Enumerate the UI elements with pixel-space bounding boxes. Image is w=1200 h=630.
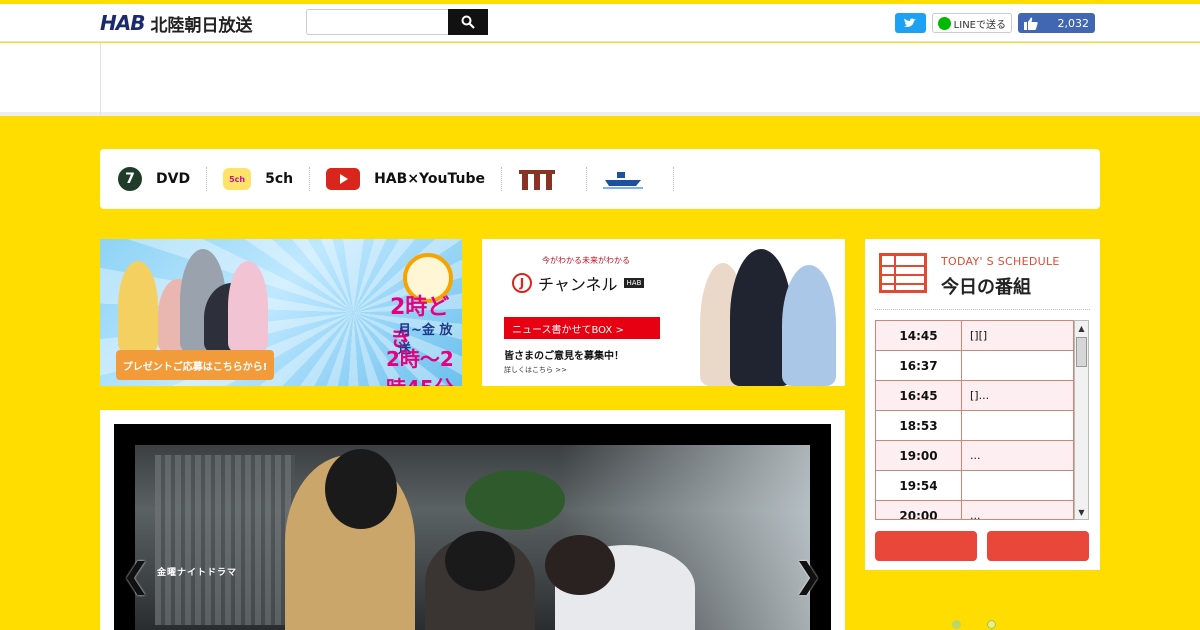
schedule-row[interactable]: 16:37 [876,351,1073,381]
banner-subtitle: 今がわかる未来がわかる [542,256,630,265]
anchor-photo [782,265,836,386]
slide-plant [465,470,565,530]
slide-background [155,455,295,625]
schedule-program [962,471,1073,500]
schedule-button-right[interactable] [987,531,1089,561]
banner-time: 2時～2時45分 [386,347,454,386]
today-schedule-panel: TODAY' S SCHEDULE 今日の番組 14:45 [][] 16:37… [865,239,1100,570]
nav-item-bridge[interactable] [518,167,587,191]
present-button[interactable]: プレゼントご応募はこちらから! [116,350,274,380]
nav-item-ship[interactable] [602,167,674,191]
schedule-time: 20:00 [876,501,962,519]
schedule-program: [][] [970,329,988,342]
nav-item-5ch[interactable]: 5ch 5ch [223,167,311,191]
facebook-like-button[interactable]: 2,032 [1018,13,1095,33]
search-button[interactable] [448,9,488,35]
schedule-row[interactable]: 19:00 ... [876,441,1073,471]
schedule-program: []... [970,389,990,402]
schedule-time: 14:45 [876,321,962,350]
schedule-program [962,411,1073,440]
schedule-row[interactable]: 16:45 []... [876,381,1073,411]
cast-photo [118,261,158,353]
actor-figure [325,449,397,529]
nav-item-dvd[interactable]: 7 DVD [118,167,208,191]
schedule-time: 18:53 [876,411,962,440]
schedule-program [962,351,1073,380]
schedule-time: 16:45 [876,381,962,410]
scroll-up-icon[interactable]: ▲ [1075,321,1088,335]
j-channel-text: チャンネル [538,275,618,294]
search-icon [461,15,475,29]
5ch-icon: 5ch [223,168,252,190]
schedule-row[interactable]: 19:54 [876,471,1073,501]
banner-j-channel[interactable]: 今がわかる未来がわかる J チャンネル HAB ニュース書かせてBOX > 皆さ… [482,239,845,386]
actor-figure [445,531,515,591]
site-logo[interactable]: HAB 北陸朝日放送 [100,9,252,37]
schedule-scrollbar[interactable]: ▲ ▼ [1074,320,1089,520]
search-form [306,9,488,35]
ship-icon [602,172,643,189]
banner-2jidoki[interactable]: プレゼントご応募はこちらから! 2時どき 月~金 放送 2時～2時45分 [100,239,462,386]
j-logo-icon: J [512,273,532,293]
slider-dot[interactable] [952,620,961,629]
scroll-thumb[interactable] [1076,337,1087,367]
quick-nav: 7 DVD 5ch 5ch HAB×YouTube [100,149,1100,209]
schedule-button-left[interactable] [875,531,977,561]
cast-photo [228,261,268,353]
ad-strip [0,43,1200,116]
slider-dots [952,620,996,629]
bridge-icon [518,170,555,190]
schedule-row[interactable]: 14:45 [][] [876,321,1073,351]
logo-mark: HAB [100,11,145,35]
social-share: LINEで送る 2,032 [894,13,1095,33]
nav-label: 5ch [265,171,294,187]
nav-item-youtube[interactable]: HAB×YouTube [326,167,502,191]
logo-text: 北陸朝日放送 [150,15,253,36]
slide-image[interactable]: 金曜ナイトドラマ [135,445,810,630]
twitter-share-button[interactable] [894,13,926,33]
opinion-message: 皆さまのご意見を募集中！ [504,351,624,362]
like-count: 2,032 [1057,16,1090,30]
schedule-table-icon [879,253,927,293]
schedule-program: ... [970,449,981,462]
slide-caption: 金曜ナイトドラマ [157,568,238,578]
thumbs-up-icon [1024,17,1038,30]
dvd-icon: 7 [118,167,142,191]
schedule-row[interactable]: 18:53 [876,411,1073,441]
slider-prev-button[interactable]: ❮ [122,556,151,596]
schedule-title-ja: 今日の番組 [941,277,1031,298]
site-header: HAB 北陸朝日放送 LINEで送る 2,032 [0,4,1200,42]
scroll-down-icon[interactable]: ▼ [1075,505,1088,519]
slider-dot-active[interactable] [987,620,996,629]
line-share-button[interactable]: LINEで送る [931,13,1012,33]
hab-badge: HAB [623,278,645,288]
twitter-icon [904,18,917,27]
schedule-list: 14:45 [][] 16:37 16:45 []... 18:53 19:00… [875,320,1074,520]
line-icon [937,16,951,30]
nav-label: DVD [156,171,191,187]
actor-figure [545,535,615,595]
news-box-button[interactable]: ニュース書かせてBOX > [504,317,660,339]
youtube-icon [326,168,361,190]
schedule-time: 19:00 [876,441,962,470]
j-channel-logo: J チャンネル HAB [512,271,645,295]
search-input[interactable] [306,9,448,35]
nav-label: HAB×YouTube [374,171,485,187]
slider-next-button[interactable]: ❯ [794,556,823,596]
details-link[interactable]: 詳しくはこちら >> [504,365,567,375]
schedule-row[interactable]: 20:00 ... [876,501,1073,520]
schedule-divider [875,309,1090,310]
line-share-label: LINEで送る [953,19,1006,31]
schedule-program: ... [970,509,981,520]
schedule-time: 16:37 [876,351,962,380]
schedule-time: 19:54 [876,471,962,500]
ad-divider [100,43,101,116]
schedule-title-en: TODAY' S SCHEDULE [941,255,1060,268]
